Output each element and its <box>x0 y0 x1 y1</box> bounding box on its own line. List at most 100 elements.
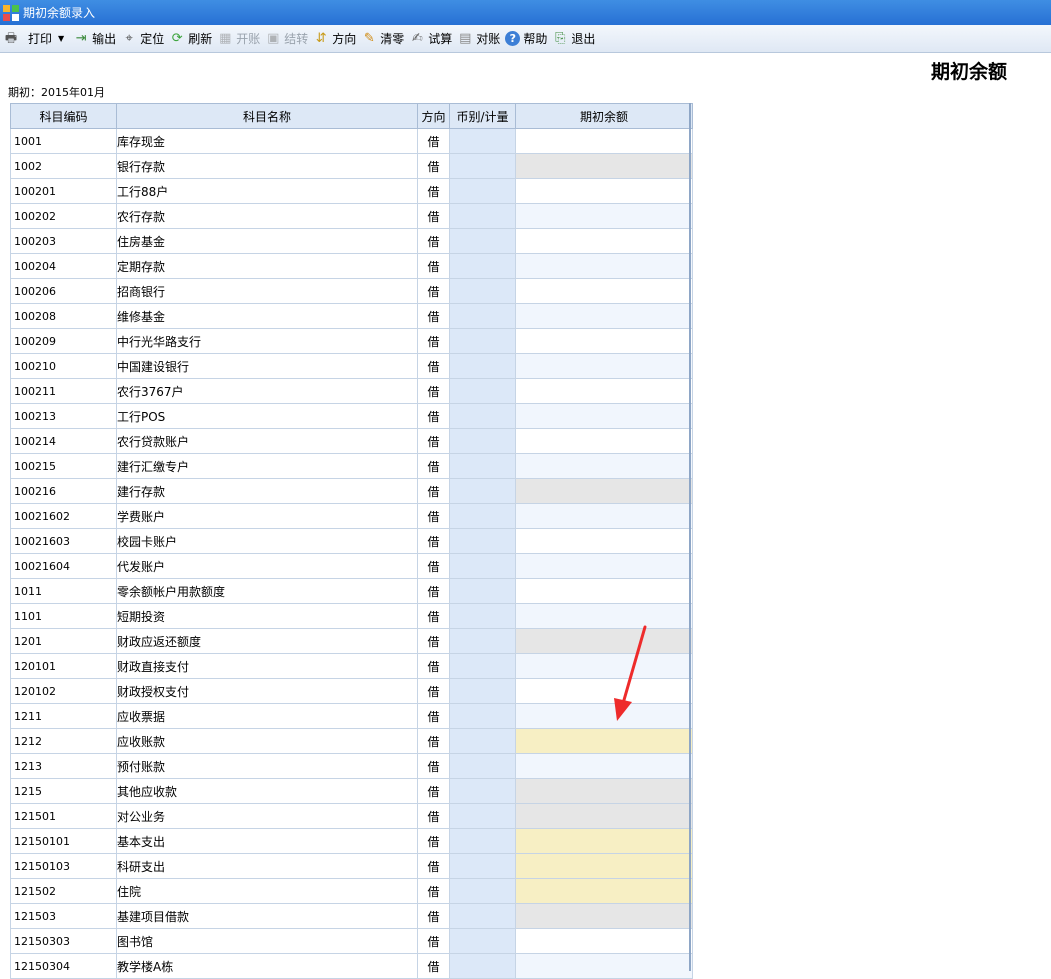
opening-balance-cell[interactable] <box>515 403 693 429</box>
currency-cell[interactable] <box>449 428 516 454</box>
opening-balance-cell[interactable] <box>515 203 693 229</box>
currency-cell[interactable] <box>449 203 516 229</box>
toolbar-button-direction[interactable]: ⇵ 方向 <box>313 28 356 50</box>
table-row[interactable]: 100204 定期存款借 <box>10 253 693 279</box>
table-row[interactable]: 100215 建行汇缴专户借 <box>10 453 693 479</box>
opening-balance-cell[interactable] <box>515 303 693 329</box>
currency-cell[interactable] <box>449 953 516 979</box>
currency-cell[interactable] <box>449 328 516 354</box>
table-row[interactable]: 121502 住院借 <box>10 878 693 904</box>
table-row[interactable]: 1215 其他应收款借 <box>10 778 693 804</box>
table-row[interactable]: 10021602 学费账户借 <box>10 503 693 529</box>
table-row[interactable]: 100208 维修基金借 <box>10 303 693 329</box>
opening-balance-cell[interactable] <box>515 628 693 654</box>
toolbar-button-reconcile[interactable]: ▤ 对账 <box>457 28 500 50</box>
opening-balance-cell[interactable] <box>515 853 693 879</box>
table-row[interactable]: 121503 基建项目借款借 <box>10 903 693 929</box>
opening-balance-cell[interactable] <box>515 228 693 254</box>
toolbar-button-help[interactable]: ? 帮助 <box>505 28 547 50</box>
direction-cell[interactable]: 借 <box>417 328 450 354</box>
table-row[interactable]: 120102 财政授权支付借 <box>10 678 693 704</box>
currency-cell[interactable] <box>449 278 516 304</box>
currency-cell[interactable] <box>449 353 516 379</box>
chevron-down-icon[interactable]: ▼ <box>58 34 64 43</box>
currency-cell[interactable] <box>449 403 516 429</box>
toolbar-button-export[interactable]: ⇥ 输出 <box>73 28 116 50</box>
direction-cell[interactable]: 借 <box>417 278 450 304</box>
direction-cell[interactable]: 借 <box>417 953 450 979</box>
table-row[interactable]: 100201 工行88户借 <box>10 178 693 204</box>
table-row[interactable]: 100209 中行光华路支行借 <box>10 328 693 354</box>
direction-cell[interactable]: 借 <box>417 578 450 604</box>
opening-balance-cell[interactable] <box>515 328 693 354</box>
direction-cell[interactable]: 借 <box>417 878 450 904</box>
opening-balance-cell[interactable] <box>515 353 693 379</box>
direction-cell[interactable]: 借 <box>417 478 450 504</box>
column-header-name[interactable]: 科目名称 <box>116 103 418 129</box>
opening-balance-cell[interactable] <box>515 603 693 629</box>
column-header-opening-balance[interactable]: 期初余额 <box>515 103 693 129</box>
opening-balance-cell[interactable] <box>515 153 693 179</box>
table-row[interactable]: 1002 银行存款借 <box>10 153 693 179</box>
toolbar-button-trial-balance[interactable]: ✍ 试算 <box>409 28 452 50</box>
currency-cell[interactable] <box>449 728 516 754</box>
opening-balance-cell[interactable] <box>515 553 693 579</box>
direction-cell[interactable]: 借 <box>417 453 450 479</box>
toolbar-button-printer[interactable]: 🖶 打印 ▼ <box>3 28 68 50</box>
direction-cell[interactable]: 借 <box>417 178 450 204</box>
currency-cell[interactable] <box>449 478 516 504</box>
opening-balance-cell[interactable] <box>515 528 693 554</box>
direction-cell[interactable]: 借 <box>417 403 450 429</box>
table-row[interactable]: 100210 中国建设银行借 <box>10 353 693 379</box>
currency-cell[interactable] <box>449 603 516 629</box>
direction-cell[interactable]: 借 <box>417 153 450 179</box>
currency-cell[interactable] <box>449 803 516 829</box>
direction-cell[interactable]: 借 <box>417 503 450 529</box>
currency-cell[interactable] <box>449 378 516 404</box>
currency-cell[interactable] <box>449 903 516 929</box>
currency-cell[interactable] <box>449 753 516 779</box>
direction-cell[interactable]: 借 <box>417 128 450 154</box>
direction-cell[interactable]: 借 <box>417 728 450 754</box>
currency-cell[interactable] <box>449 178 516 204</box>
opening-balance-cell[interactable] <box>515 453 693 479</box>
direction-cell[interactable]: 借 <box>417 528 450 554</box>
currency-cell[interactable] <box>449 628 516 654</box>
table-row[interactable]: 12150304 教学楼A栋借 <box>10 953 693 979</box>
direction-cell[interactable]: 借 <box>417 553 450 579</box>
table-row[interactable]: 1201 财政应返还额度借 <box>10 628 693 654</box>
opening-balance-cell[interactable] <box>515 653 693 679</box>
currency-cell[interactable] <box>449 778 516 804</box>
toolbar-button-clear[interactable]: ✎ 清零 <box>361 28 404 50</box>
opening-balance-cell[interactable] <box>515 753 693 779</box>
opening-balance-cell[interactable] <box>515 178 693 204</box>
opening-balance-cell[interactable] <box>515 953 693 979</box>
table-row[interactable]: 1101 短期投资借 <box>10 603 693 629</box>
currency-cell[interactable] <box>449 703 516 729</box>
table-row[interactable]: 100206 招商银行借 <box>10 278 693 304</box>
table-row[interactable]: 121501 对公业务借 <box>10 803 693 829</box>
opening-balance-cell[interactable] <box>515 928 693 954</box>
table-row[interactable]: 100211 农行3767户借 <box>10 378 693 404</box>
currency-cell[interactable] <box>449 678 516 704</box>
table-row[interactable]: 10021604 代发账户借 <box>10 553 693 579</box>
direction-cell[interactable]: 借 <box>417 303 450 329</box>
currency-cell[interactable] <box>449 453 516 479</box>
direction-cell[interactable]: 借 <box>417 703 450 729</box>
currency-cell[interactable] <box>449 828 516 854</box>
table-row[interactable]: 12150303 图书馆借 <box>10 928 693 954</box>
currency-cell[interactable] <box>449 853 516 879</box>
opening-balance-cell[interactable] <box>515 478 693 504</box>
currency-cell[interactable] <box>449 878 516 904</box>
currency-cell[interactable] <box>449 528 516 554</box>
direction-cell[interactable]: 借 <box>417 628 450 654</box>
opening-balance-cell[interactable] <box>515 903 693 929</box>
currency-cell[interactable] <box>449 253 516 279</box>
currency-cell[interactable] <box>449 928 516 954</box>
table-row[interactable]: 12150103 科研支出借 <box>10 853 693 879</box>
direction-cell[interactable]: 借 <box>417 228 450 254</box>
currency-cell[interactable] <box>449 228 516 254</box>
direction-cell[interactable]: 借 <box>417 603 450 629</box>
currency-cell[interactable] <box>449 653 516 679</box>
table-row[interactable]: 1211 应收票据借 <box>10 703 693 729</box>
